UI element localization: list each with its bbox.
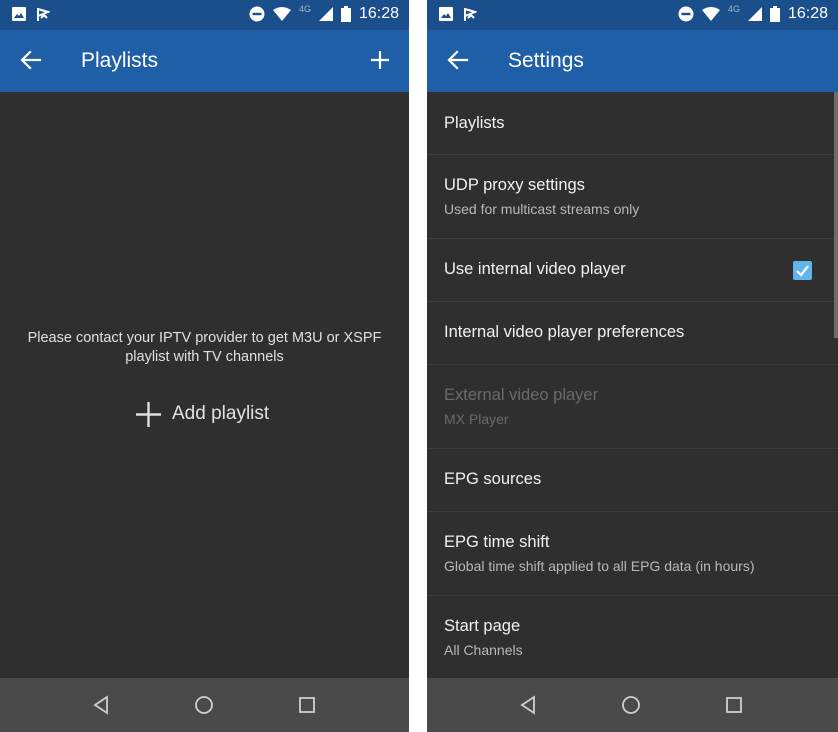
signal-icon [747, 7, 762, 21]
add-playlist-label: Add playlist [172, 403, 270, 424]
signal-icon [318, 7, 333, 21]
network-type-label: 4G [298, 4, 311, 14]
nav-home-icon[interactable] [194, 695, 214, 715]
checkmark-icon [796, 265, 809, 277]
page-title: Playlists [81, 49, 159, 72]
setting-title: EPG time shift [444, 533, 550, 551]
plus-icon [136, 401, 161, 427]
back-arrow-icon[interactable] [20, 49, 42, 71]
add-icon[interactable] [370, 50, 390, 70]
nav-back-icon[interactable] [92, 695, 112, 715]
image-notification-icon [12, 7, 26, 21]
settings-item-internal-player-prefs[interactable]: Internal video player preferences [427, 302, 838, 365]
playlists-screen: 4G 16:28 Playlists Please contact your I… [0, 0, 409, 732]
setting-title: Internal video player preferences [444, 323, 685, 341]
wifi-icon [272, 7, 291, 21]
app-bar: Playlists [0, 30, 409, 92]
settings-item-external-player: External video player MX Player [427, 365, 838, 449]
nav-recents-icon[interactable] [724, 695, 744, 715]
nav-home-icon[interactable] [621, 695, 641, 715]
setting-subtitle: Global time shift applied to all EPG dat… [444, 558, 755, 574]
add-playlist-button[interactable]: Add playlist [135, 399, 269, 429]
empty-state-message: Please contact your IPTV provider to get… [0, 329, 409, 367]
settings-screen: 4G 16:28 Settings Playlists UDP proxy se… [427, 0, 838, 732]
image-notification-icon [439, 7, 453, 21]
status-time: 16:28 [787, 5, 828, 22]
app-bar: Settings [427, 30, 838, 92]
setting-title: UDP proxy settings [444, 176, 585, 194]
setting-title: External video player [444, 386, 599, 404]
back-arrow-icon[interactable] [447, 49, 469, 71]
wifi-icon [701, 7, 720, 21]
setting-title: Playlists [444, 114, 505, 132]
status-time: 16:28 [358, 5, 399, 22]
setting-title: EPG sources [444, 470, 542, 488]
settings-item-epg-sources[interactable]: EPG sources [427, 449, 838, 512]
settings-item-udp-proxy[interactable]: UDP proxy settings Used for multicast st… [427, 155, 838, 239]
setting-title: Use internal video player [444, 260, 626, 278]
empty-message-line-1: Please contact your IPTV provider to get… [27, 330, 382, 346]
flag-notification-icon [37, 8, 50, 21]
nav-recents-icon[interactable] [297, 695, 317, 715]
do-not-disturb-icon [678, 6, 694, 22]
flag-notification-icon [464, 8, 477, 21]
system-nav-bar [427, 678, 838, 732]
do-not-disturb-icon [249, 6, 265, 22]
battery-icon [769, 6, 780, 22]
settings-item-start-page[interactable]: Start page All Channels [427, 596, 838, 678]
battery-icon [340, 6, 351, 22]
system-nav-bar [0, 678, 409, 732]
settings-item-playlists[interactable]: Playlists [427, 92, 838, 155]
setting-subtitle: Used for multicast streams only [444, 201, 640, 217]
settings-item-epg-time-shift[interactable]: EPG time shift Global time shift applied… [427, 512, 838, 596]
settings-list: Playlists UDP proxy settings Used for mu… [427, 92, 838, 678]
setting-title: Start page [444, 617, 521, 635]
setting-subtitle: All Channels [444, 642, 523, 658]
nav-back-icon[interactable] [519, 695, 539, 715]
scrollbar[interactable] [834, 92, 838, 338]
network-type-label: 4G [727, 4, 740, 14]
status-bar: 4G 16:28 [427, 0, 838, 30]
page-title: Settings [508, 49, 584, 72]
status-bar: 4G 16:28 [0, 0, 409, 30]
setting-subtitle: MX Player [444, 411, 509, 427]
empty-message-line-2: playlist with TV channels [125, 349, 284, 365]
settings-item-internal-player[interactable]: Use internal video player [427, 239, 838, 302]
internal-player-checkbox[interactable] [793, 261, 812, 280]
